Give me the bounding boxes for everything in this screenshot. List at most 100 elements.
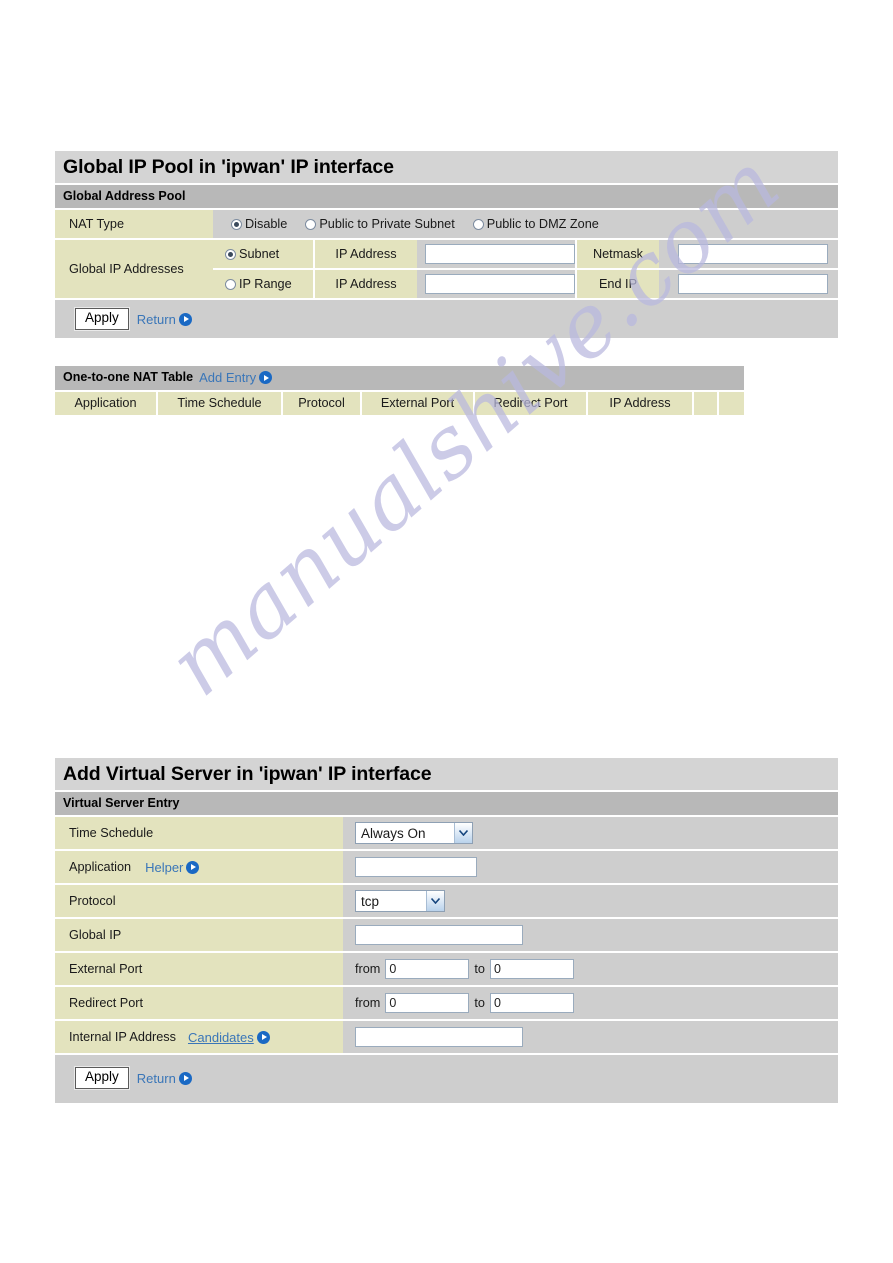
apply-button-global-ip-pool[interactable]: Apply [75,308,129,331]
netmask-label: Netmask [592,247,644,262]
apply-button-virtual-server[interactable]: Apply [75,1067,129,1090]
nat-col-external-port: External Port [362,391,475,415]
external-port-value-cell: from to [343,953,838,986]
add-virtual-server-title: Add Virtual Server in 'ipwan' IP interfa… [55,758,838,793]
radio-public-to-private-subnet-icon[interactable] [305,218,317,230]
arrow-right-icon [186,860,200,874]
global-ip-addresses-label-cell: Global IP Addresses [55,240,213,299]
application-label: Application [69,860,132,875]
nat-type-option-public-to-dmz-zone[interactable]: Public to DMZ Zone [472,217,599,232]
time-schedule-select[interactable]: Always On [355,822,473,845]
redirect-port-to-input[interactable] [489,993,574,1014]
global-ip-value-cell [343,919,838,952]
global-ip-pool-footer: Apply Return [55,298,838,339]
nat-col-protocol: Protocol [283,391,362,415]
nat-type-option-public-to-private-subnet[interactable]: Public to Private Subnet [305,217,455,232]
redirect-port-row: Redirect Port from to [55,985,838,1020]
subnet-mode-label: Subnet [239,247,280,262]
redirect-port-value-cell: from to [343,987,838,1020]
add-virtual-server-footer: Apply Return [55,1053,838,1104]
helper-link[interactable]: Helper [145,859,200,875]
global-ip-addresses-subrows: Subnet IP Address Netmask IP Range IP Ad… [213,240,838,299]
time-schedule-label: Time Schedule [69,826,154,841]
candidates-link[interactable]: Candidates [188,1030,270,1045]
redirect-port-label: Redirect Port [69,996,144,1011]
nat-col-application: Application [55,391,158,415]
one-to-one-nat-table-panel: One-to-one NAT Table Add Entry Applicati… [55,366,744,415]
global-ip-pool-panel: Global IP Pool in 'ipwan' IP interface G… [55,151,838,339]
range-ip-address-input[interactable] [425,274,575,295]
nat-type-option-public-to-private-subnet-label: Public to Private Subnet [319,217,455,232]
chevron-down-icon[interactable] [426,891,444,912]
radio-subnet-icon[interactable] [225,248,236,260]
subnet-mode-cell[interactable]: Subnet [213,240,313,269]
arrow-right-icon [178,1071,192,1085]
external-port-row: External Port from to [55,951,838,986]
internal-ip-address-label-cell: Internal IP Address Candidates [55,1021,343,1054]
subnet-ip-address-label-cell: IP Address [313,240,417,269]
redirect-port-to-label: to [474,996,485,1011]
global-ip-subnet-row: Subnet IP Address Netmask [213,240,838,269]
one-to-one-nat-table-header: One-to-one NAT Table Add Entry [55,366,744,390]
netmask-input[interactable] [677,244,828,265]
global-ip-range-row: IP Range IP Address End IP [213,268,838,299]
nat-type-option-public-to-dmz-zone-label: Public to DMZ Zone [486,217,599,232]
end-ip-input-cell [659,270,838,299]
ip-range-mode-cell[interactable]: IP Range [213,270,313,299]
nat-table-column-headers: Application Time Schedule Protocol Exter… [55,389,744,415]
nat-col-time-schedule: Time Schedule [158,391,283,415]
add-entry-link[interactable]: Add Entry [199,369,273,387]
external-port-from-input[interactable] [385,959,470,980]
global-ip-label-cell: Global IP [55,919,343,952]
virtual-server-entry-subtitle: Virtual Server Entry [55,792,838,816]
netmask-label-cell: Netmask [575,240,659,269]
nat-type-row: NAT Type Disable Public to Private Subne… [55,208,838,239]
subnet-ip-address-input[interactable] [425,244,575,265]
nat-type-option-disable-label: Disable [245,217,288,232]
internal-ip-address-label: Internal IP Address [69,1030,176,1045]
helper-link-label: Helper [145,859,184,875]
arrow-right-icon [178,312,192,326]
ip-range-radio-wrap[interactable]: IP Range [225,277,292,291]
redirect-port-from-input[interactable] [385,993,470,1014]
return-link-global-ip-pool[interactable]: Return [137,312,192,327]
arrow-right-icon [259,371,273,385]
range-ip-address-input-cell [417,270,575,299]
external-port-from-label: from [355,962,381,977]
netmask-input-cell [659,240,838,269]
time-schedule-row: Time Schedule Always On [55,815,838,850]
nat-col-blank-2 [719,391,744,415]
protocol-select-value: tcp [361,893,380,909]
subnet-ip-address-label: IP Address [335,247,397,262]
chevron-down-icon[interactable] [454,823,472,844]
external-port-to-input[interactable] [489,959,574,980]
radio-ip-range-icon[interactable] [225,278,236,290]
one-to-one-nat-table-title: One-to-one NAT Table [63,370,194,385]
subnet-radio-wrap[interactable]: Subnet [225,247,279,261]
global-ip-label: Global IP [69,928,122,943]
range-ip-address-label-cell: IP Address [313,270,417,299]
external-port-to-label: to [474,962,485,977]
application-label-cell: Application Helper [55,851,343,884]
return-link-label: Return [136,1070,176,1086]
radio-disable-icon[interactable] [231,218,242,230]
end-ip-input[interactable] [677,274,828,295]
global-ip-input[interactable] [355,925,523,946]
global-ip-addresses-label: Global IP Addresses [69,262,184,277]
protocol-select[interactable]: tcp [355,890,445,913]
nat-type-option-disable[interactable]: Disable [231,217,287,231]
nat-type-label-cell: NAT Type [55,210,213,239]
nat-type-options: Disable Public to Private Subnet Public … [213,210,838,239]
add-virtual-server-panel: Add Virtual Server in 'ipwan' IP interfa… [55,758,838,1104]
internal-ip-address-row: Internal IP Address Candidates [55,1019,838,1054]
internal-ip-address-input[interactable] [355,1027,523,1048]
global-ip-pool-title: Global IP Pool in 'ipwan' IP interface [55,151,838,186]
return-link-virtual-server[interactable]: Return [137,1071,192,1086]
radio-public-to-dmz-zone-icon[interactable] [472,218,484,230]
protocol-row: Protocol tcp [55,883,838,918]
application-input[interactable] [355,857,477,878]
ip-range-mode-label: IP Range [239,277,292,292]
external-port-label-cell: External Port [55,953,343,986]
arrow-right-icon [256,1030,270,1044]
nat-col-ip-address: IP Address [588,391,694,415]
